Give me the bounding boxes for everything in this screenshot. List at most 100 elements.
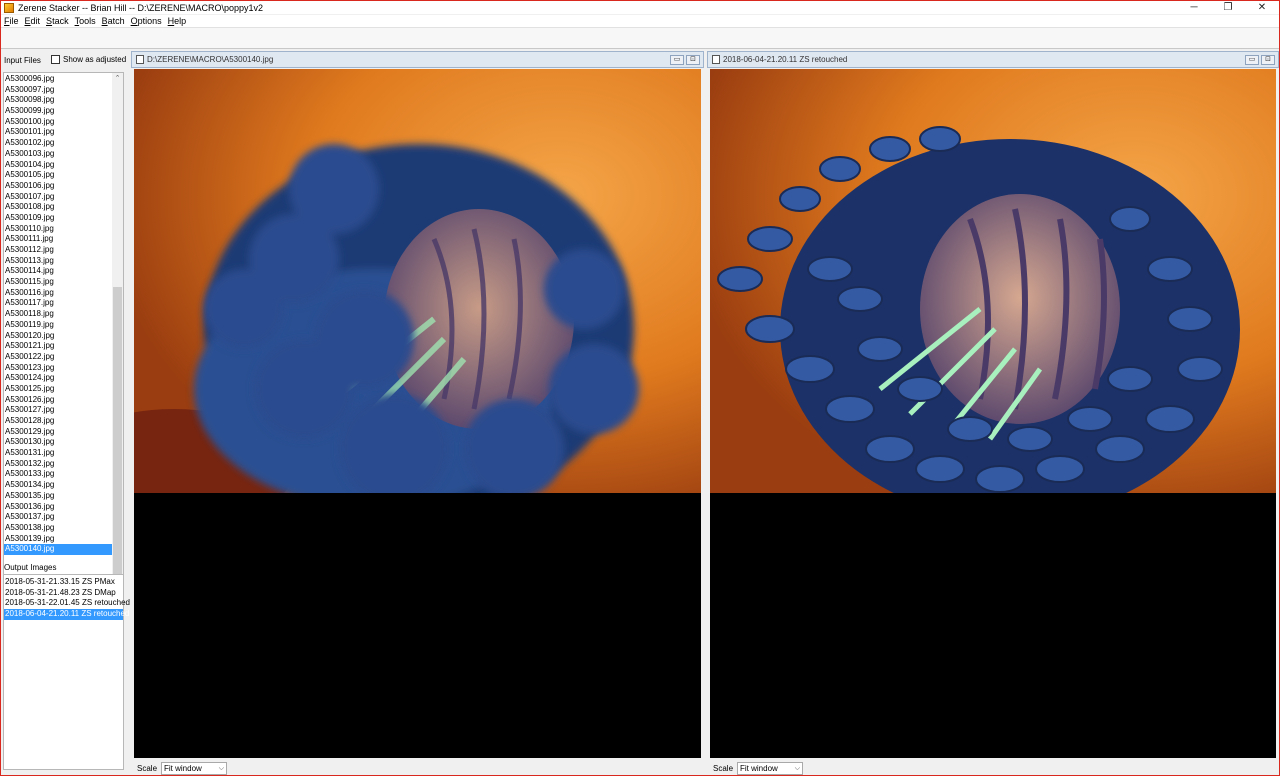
input-file-item[interactable]: A5300123.jpg: [4, 363, 113, 374]
show-as-adjusted-checkbox[interactable]: [51, 55, 60, 64]
source-poppy-photo: [134, 69, 701, 493]
scale-dropdown[interactable]: Fit window ⌵: [737, 761, 804, 775]
input-file-item[interactable]: A5300110.jpg: [4, 224, 113, 235]
pane-minimize-icon[interactable]: ▭: [670, 55, 684, 65]
input-file-item[interactable]: A5300134.jpg: [4, 480, 113, 491]
output-pane-footer: Scale Fit window ⌵: [707, 759, 1279, 776]
input-file-item[interactable]: A5300102.jpg: [4, 138, 113, 149]
input-file-item[interactable]: A5300126.jpg: [4, 395, 113, 406]
input-file-item[interactable]: A5300137.jpg: [4, 512, 113, 523]
input-file-item[interactable]: A5300100.jpg: [4, 117, 113, 128]
chevron-down-icon: ⌵: [794, 764, 801, 772]
image-document-icon: [712, 55, 720, 64]
input-file-item[interactable]: A5300099.jpg: [4, 106, 113, 117]
minimize-button[interactable]: ─: [1177, 1, 1211, 14]
source-image-viewport[interactable]: [134, 69, 701, 758]
input-files-list[interactable]: A5300096.jpg A5300097.jpg A5300098.jpg A530…: [3, 72, 124, 607]
input-file-item[interactable]: A5300115.jpg: [4, 277, 113, 288]
input-file-item[interactable]: A5300097.jpg: [4, 85, 113, 96]
scale-label: Scale: [137, 763, 158, 773]
input-file-item[interactable]: A5300139.jpg: [4, 534, 113, 545]
input-file-item[interactable]: A5300132.jpg: [4, 459, 113, 470]
title-bar: Zerene Stacker -- Brian Hill -- D:\ZEREN…: [1, 1, 1279, 14]
input-file-item[interactable]: A5300105.jpg: [4, 170, 113, 181]
file-pane: Input Files Show as adjusted A5300096.jp…: [1, 51, 130, 771]
input-file-item[interactable]: A5300130.jpg: [4, 437, 113, 448]
input-file-item[interactable]: A5300138.jpg: [4, 523, 113, 534]
menu-file[interactable]: File: [1, 16, 22, 26]
input-file-item[interactable]: A5300136.jpg: [4, 502, 113, 513]
input-file-item[interactable]: A5300135.jpg: [4, 491, 113, 502]
show-as-adjusted-label: Show as adjusted: [63, 55, 127, 64]
menu-bar: File Edit Stack Tools Batch Options Help: [1, 15, 1279, 27]
output-image-pane: 2018-06-04-21.20.11 ZS retouched ▭ ⊡ Sca…: [707, 51, 1279, 776]
input-file-item[interactable]: A5300133.jpg: [4, 469, 113, 480]
menu-options[interactable]: Options: [128, 16, 165, 26]
input-file-item[interactable]: A5300106.jpg: [4, 181, 113, 192]
source-pane-buttons: ▭ ⊡: [670, 55, 700, 65]
close-button[interactable]: ✕: [1245, 1, 1279, 14]
input-file-item[interactable]: A5300118.jpg: [4, 309, 113, 320]
source-pane-footer: Scale Fit window ⌵: [131, 759, 704, 776]
scale-dropdown-value: Fit window: [740, 763, 778, 773]
input-file-item[interactable]: A5300108.jpg: [4, 202, 113, 213]
input-file-item[interactable]: A5300124.jpg: [4, 373, 113, 384]
input-file-item[interactable]: A5300098.jpg: [4, 95, 113, 106]
input-file-item[interactable]: A5300119.jpg: [4, 320, 113, 331]
input-file-item[interactable]: A5300112.jpg: [4, 245, 113, 256]
input-file-item[interactable]: A5300113.jpg: [4, 256, 113, 267]
input-file-item[interactable]: A5300125.jpg: [4, 384, 113, 395]
app-window: Zerene Stacker -- Brian Hill -- D:\ZEREN…: [0, 0, 1280, 776]
input-file-item[interactable]: A5300117.jpg: [4, 298, 113, 309]
pane-minimize-icon[interactable]: ▭: [1245, 55, 1259, 65]
input-file-item[interactable]: A5300111.jpg: [4, 234, 113, 245]
input-list-scrollbar[interactable]: ⌃ ⌄: [112, 73, 123, 606]
menu-help[interactable]: Help: [165, 16, 190, 26]
output-image-header: 2018-06-04-21.20.11 ZS retouched ▭ ⊡: [707, 51, 1279, 68]
menu-batch[interactable]: Batch: [99, 16, 128, 26]
image-document-icon: [136, 55, 144, 64]
window-controls: ─ ❐ ✕: [1177, 1, 1279, 14]
restore-button[interactable]: ❐: [1211, 1, 1245, 14]
input-file-item[interactable]: A5300103.jpg: [4, 149, 113, 160]
output-image-item[interactable]: 2018-05-31-21.33.15 ZS PMax: [4, 577, 123, 588]
show-as-adjusted-toggle[interactable]: Show as adjusted: [51, 55, 126, 64]
output-images-list[interactable]: 2018-05-31-21.33.15 ZS PMax 2018-05-31-21…: [3, 574, 130, 770]
pane-maximize-icon[interactable]: ⊡: [1261, 55, 1275, 65]
window-title: Zerene Stacker -- Brian Hill -- D:\ZEREN…: [18, 2, 264, 13]
input-file-item[interactable]: A5300129.jpg: [4, 427, 113, 438]
input-file-item[interactable]: A5300114.jpg: [4, 266, 113, 277]
input-file-item[interactable]: A5300101.jpg: [4, 127, 113, 138]
output-image-viewport[interactable]: [710, 69, 1276, 758]
input-file-item[interactable]: A5300131.jpg: [4, 448, 113, 459]
pane-maximize-icon[interactable]: ⊡: [686, 55, 700, 65]
input-file-item[interactable]: A5300109.jpg: [4, 213, 113, 224]
source-image-pane: D:\ZERENE\MACRO\A5300140.jpg ▭ ⊡ Scale F…: [131, 51, 704, 776]
menu-edit[interactable]: Edit: [22, 16, 44, 26]
scale-label: Scale: [713, 763, 734, 773]
input-file-item[interactable]: A5300116.jpg: [4, 288, 113, 299]
input-file-item[interactable]: A5300140.jpg: [4, 544, 113, 555]
input-file-item[interactable]: A5300127.jpg: [4, 405, 113, 416]
menu-tools[interactable]: Tools: [72, 16, 99, 26]
scale-dropdown-value: Fit window: [164, 763, 202, 773]
input-file-item[interactable]: A5300128.jpg: [4, 416, 113, 427]
output-poppy-photo: [710, 69, 1276, 493]
scroll-thumb[interactable]: [113, 287, 122, 587]
output-images-items: 2018-05-31-21.33.15 ZS PMax 2018-05-31-21…: [4, 577, 130, 620]
input-files-label: Input Files: [4, 56, 41, 65]
output-image-item[interactable]: 2018-05-31-21.48.23 ZS DMap: [4, 588, 123, 599]
output-image-item[interactable]: 2018-05-31-22.01.45 ZS retouched: [4, 598, 130, 609]
input-file-item[interactable]: A5300107.jpg: [4, 192, 113, 203]
menu-stack[interactable]: Stack: [43, 16, 72, 26]
input-files-items: A5300096.jpg A5300097.jpg A5300098.jpg A530…: [4, 74, 113, 555]
input-file-item[interactable]: A5300104.jpg: [4, 160, 113, 171]
input-file-item[interactable]: A5300120.jpg: [4, 331, 113, 342]
input-file-item[interactable]: A5300122.jpg: [4, 352, 113, 363]
input-file-item[interactable]: A5300121.jpg: [4, 341, 113, 352]
scale-dropdown[interactable]: Fit window ⌵: [161, 761, 228, 775]
source-image-title: D:\ZERENE\MACRO\A5300140.jpg: [147, 55, 274, 64]
scroll-up-icon[interactable]: ⌃: [112, 74, 123, 84]
input-file-item[interactable]: A5300096.jpg: [4, 74, 113, 85]
output-image-item[interactable]: 2018-06-04-21.20.11 ZS retouched: [4, 609, 129, 620]
